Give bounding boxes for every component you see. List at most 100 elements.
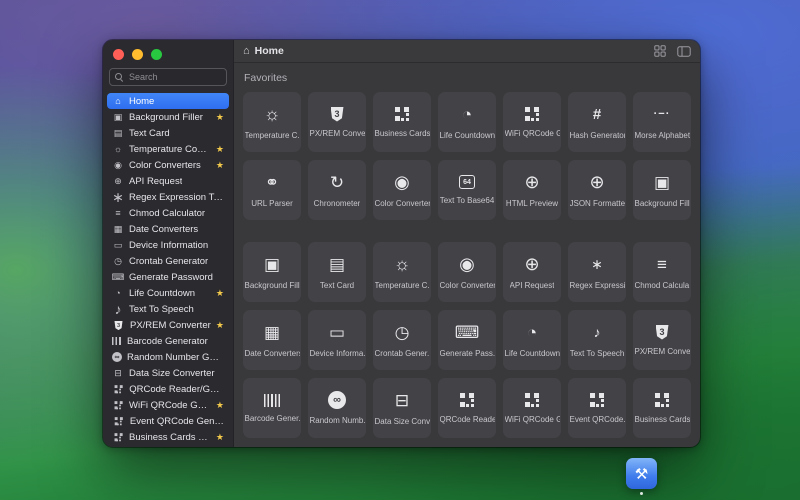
favorite-star-icon: ★ (216, 113, 224, 122)
infinity-icon: ∞ (112, 352, 122, 362)
qrcode-icon (525, 107, 540, 122)
sidebar-item-random-port-generator[interactable]: ⊟ Random Port Generator (107, 445, 229, 447)
tile-date-converters[interactable]: ▦ Date Converters (243, 310, 301, 370)
sidebar-item-crontab-generator[interactable]: ◷ Crontab Generator (107, 253, 229, 269)
tile-temperature-c[interactable]: ☼ Temperature C... (243, 92, 301, 152)
tile-text-card[interactable]: ▤ Text Card (308, 242, 366, 302)
tile-regex-expressi[interactable]: ∗ Regex Expressi... (568, 242, 626, 302)
minimize-button[interactable] (132, 49, 143, 60)
calendar-icon: ▦ (112, 224, 124, 235)
search-field[interactable] (109, 68, 227, 86)
sidebar-item-random-number-generator[interactable]: ∞ Random Number Generator (107, 349, 229, 365)
tile-event-qrcode[interactable]: Event QRCode... (568, 378, 626, 438)
sidebar-item-text-to-speech[interactable]: ♪ Text To Speech (107, 301, 229, 317)
sidebar-item-business-cards-qrcode[interactable]: Business Cards QRCode... ★ (107, 429, 229, 445)
sidebar-item-background-filler[interactable]: ▣ Background Filler ★ (107, 109, 229, 125)
sidebar-item-barcode-generator[interactable]: Barcode Generator (107, 333, 229, 349)
tile-hash-generator[interactable]: # Hash Generator (568, 92, 626, 152)
sidebar-item-px-rem-converter[interactable]: 3 PX/REM Converter ★ (107, 317, 229, 333)
favorite-star-icon: ★ (216, 321, 224, 330)
textcard-icon: ▤ (112, 128, 124, 139)
sidebar-item-text-card[interactable]: ▤ Text Card (107, 125, 229, 141)
tile-wifi-qrcode-g[interactable]: WiFi QRCode G... (503, 378, 561, 438)
sidebar-item-generate-password[interactable]: ⌨ Generate Password (107, 269, 229, 285)
dock-running-indicator (640, 492, 643, 495)
drive-icon: ⊟ (395, 390, 409, 410)
favorites-section-label: Favorites (244, 72, 691, 84)
favorite-star-icon: ★ (216, 145, 224, 154)
tile-life-countdown[interactable]: ◔ Life Countdown (438, 92, 496, 152)
tts-icon: ♪ (594, 322, 601, 342)
tile-url-parser[interactable]: ⚭ URL Parser (243, 160, 301, 220)
barcode-icon (264, 394, 281, 407)
search-input[interactable] (127, 71, 221, 83)
qrcode-icon (655, 393, 670, 408)
favorite-star-icon: ★ (216, 161, 224, 170)
page-title: Home (255, 45, 284, 57)
tile-background-fill[interactable]: ▣ Background Fill... (243, 242, 301, 302)
css3-icon: 3 (331, 107, 344, 122)
password-icon: ⌨ (455, 322, 480, 342)
tile-chmod-calcula[interactable]: ≡ Chmod Calcula... (633, 242, 691, 302)
tile-morse-alphabet[interactable]: ·−· Morse Alphabet (633, 92, 691, 152)
favorite-star-icon: ★ (216, 289, 224, 298)
main-panel: ⌂ Home Favorites (234, 40, 700, 447)
tile-generate-pass[interactable]: ⌨ Generate Pass... (438, 310, 496, 370)
tile-text-to-speech[interactable]: ♪ Text To Speech (568, 310, 626, 370)
image-icon: ▣ (112, 112, 124, 123)
tile-text-to-base64[interactable]: 64 Text To Base64 (438, 160, 496, 220)
temperature-icon: ☼ (394, 254, 411, 274)
device-icon: ▭ (112, 240, 124, 251)
sidebar-item-chmod-calculator[interactable]: ≡ Chmod Calculator (107, 205, 229, 221)
favorite-star-icon: ★ (216, 433, 224, 442)
tile-business-cards[interactable]: Business Cards... (373, 92, 431, 152)
tile-random-numb[interactable]: ∞ Random Numb... (308, 378, 366, 438)
sidebar-item-device-information[interactable]: ▭ Device Information (107, 237, 229, 253)
sidebar-item-data-size-converter[interactable]: ⊟ Data Size Converter (107, 365, 229, 381)
tile-qrcode-reade[interactable]: QRCode Reade... (438, 378, 496, 438)
tile-px-rem-conver[interactable]: 3 PX/REM Conver... (633, 310, 691, 370)
tile-api-request[interactable]: ⊕ API Request (503, 242, 561, 302)
tile-life-countdown[interactable]: ◔ Life Countdown (503, 310, 561, 370)
sidebar-item-event-qrcode-generator[interactable]: Event QRCode Generator (107, 413, 229, 429)
sidebar-item-temperature-converter[interactable]: ☼ Temperature Converter ★ (107, 141, 229, 157)
textcard-icon: ▤ (329, 254, 345, 274)
close-button[interactable] (113, 49, 124, 60)
favorite-star-icon: ★ (216, 401, 224, 410)
tile-data-size-conv[interactable]: ⊟ Data Size Conv... (373, 378, 431, 438)
tile-px-rem-conver[interactable]: 3 PX/REM Conver... (308, 92, 366, 152)
palette-icon: ◉ (112, 160, 124, 171)
tile-wifi-qrcode-g[interactable]: WiFi QRCode G... (503, 92, 561, 152)
tile-device-informa[interactable]: ▭ Device Informa... (308, 310, 366, 370)
qrcode-icon (115, 385, 122, 394)
tile-json-formatter[interactable]: ⊕ JSON Formatter (568, 160, 626, 220)
home-icon: ⌂ (243, 46, 250, 57)
toggle-sidebar-icon[interactable] (677, 46, 691, 57)
sidebar-item-date-converters[interactable]: ▦ Date Converters (107, 221, 229, 237)
tile-color-converters[interactable]: ◉ Color Converters (438, 242, 496, 302)
tile-temperature-c[interactable]: ☼ Temperature C... (373, 242, 431, 302)
sidebar: ⌂ Home ▣ Background Filler ★ ▤ Text Card… (103, 40, 234, 447)
sidebar-item-life-countdown[interactable]: ◔ Life Countdown ★ (107, 285, 229, 301)
globe-icon: ⊕ (112, 176, 124, 187)
base64-icon: 64 (459, 175, 475, 189)
tile-color-converters[interactable]: ◉ Color Converters (373, 160, 431, 220)
tile-crontab-gener[interactable]: ◷ Crontab Gener... (373, 310, 431, 370)
sidebar-item-home[interactable]: ⌂ Home (107, 93, 229, 109)
sidebar-item-color-converters[interactable]: ◉ Color Converters ★ (107, 157, 229, 173)
sidebar-item-qrcode-reader-generator[interactable]: QRCode Reader/Generator (107, 381, 229, 397)
tile-business-cards[interactable]: Business Cards... (633, 378, 691, 438)
sidebar-item-regex-expression-test[interactable]: ∗ Regex Expression Test (107, 189, 229, 205)
zoom-button[interactable] (151, 49, 162, 60)
sidebar-item-api-request[interactable]: ⊕ API Request (107, 173, 229, 189)
app-dock-icon[interactable]: ⚒ (626, 458, 657, 489)
tile-chronometer[interactable]: ↻ Chronometer (308, 160, 366, 220)
qrcode-icon (115, 401, 122, 410)
sidebar-item-wifi-qrcode-generator[interactable]: WiFi QRCode Generator ★ (107, 397, 229, 413)
chmod-icon: ≡ (657, 254, 667, 274)
tile-barcode-gener[interactable]: Barcode Gener... (243, 378, 301, 438)
timer-icon: ◔ (527, 322, 537, 342)
tile-html-preview[interactable]: ⊕ HTML Preview (503, 160, 561, 220)
grid-view-icon[interactable] (654, 45, 666, 57)
tile-background-fill[interactable]: ▣ Background Fill... (633, 160, 691, 220)
